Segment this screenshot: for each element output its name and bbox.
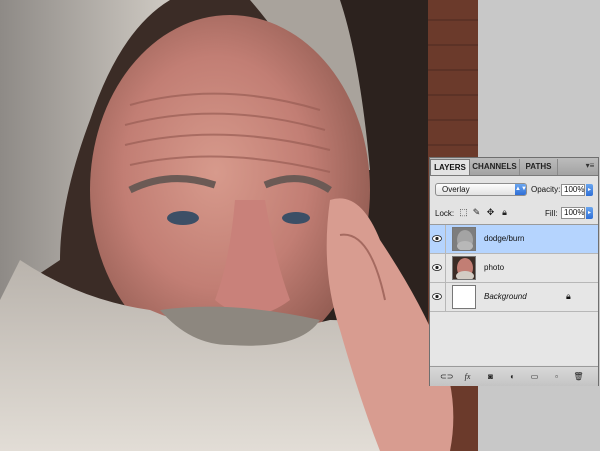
- panel-menu-icon[interactable]: ▾≡: [585, 161, 595, 171]
- layer-row-photo[interactable]: photo: [430, 254, 598, 283]
- layer-name: photo: [484, 263, 505, 272]
- opacity-label: Opacity:: [531, 185, 561, 194]
- new-group-icon[interactable]: ▭: [529, 371, 540, 382]
- eye-column-divider: [445, 254, 446, 283]
- panel-footer: ⊂⊃ fx ◙ ◐ ▭ ▫ 🗑︎: [430, 366, 598, 386]
- portrait-photo: [0, 0, 478, 451]
- adjustment-layer-icon[interactable]: ◐: [507, 371, 518, 382]
- opacity-input[interactable]: 100%: [561, 184, 585, 196]
- fill-label: Fill:: [545, 209, 558, 218]
- tab-channels[interactable]: CHANNELS: [470, 159, 520, 175]
- fx-icon[interactable]: fx: [462, 371, 473, 382]
- document-canvas[interactable]: [0, 0, 478, 451]
- layer-row-background[interactable]: Background 🔒︎: [430, 283, 598, 312]
- opacity-stepper-icon[interactable]: ▸: [586, 184, 593, 196]
- visibility-eye-icon[interactable]: [432, 263, 442, 272]
- trash-icon[interactable]: 🗑︎: [573, 371, 584, 382]
- blend-mode-select[interactable]: Overlay ▲▼: [435, 183, 527, 196]
- fill-input[interactable]: 100%: [561, 207, 585, 219]
- eye-column-divider: [445, 283, 446, 312]
- new-layer-icon[interactable]: ▫: [551, 371, 562, 382]
- blend-mode-arrow-icon: ▲▼: [515, 184, 527, 195]
- layer-thumbnail: [452, 285, 476, 309]
- lock-label: Lock:: [435, 209, 455, 218]
- layer-name: dodge/burn: [484, 234, 525, 243]
- lock-image-icon[interactable]: ✎: [472, 208, 481, 217]
- add-mask-icon[interactable]: ◙: [485, 371, 496, 382]
- panel-tabs: LAYERS CHANNELS PATHS ▾≡: [430, 158, 598, 176]
- lock-all-icon[interactable]: 🔒︎: [500, 208, 509, 217]
- visibility-eye-icon[interactable]: [432, 292, 442, 301]
- layer-name: Background: [484, 292, 527, 301]
- lock-position-icon[interactable]: ✥: [486, 208, 495, 217]
- layer-thumbnail: [452, 256, 476, 280]
- layer-row-dodge-burn[interactable]: dodge/burn: [430, 225, 598, 254]
- eye-column-divider: [445, 225, 446, 254]
- layer-thumbnail: [452, 227, 476, 251]
- lock-transparency-icon[interactable]: ⬚: [459, 208, 468, 217]
- link-layers-icon[interactable]: ⊂⊃: [440, 371, 453, 382]
- visibility-eye-icon[interactable]: [432, 234, 442, 243]
- layers-list: dodge/burn photo Background 🔒︎: [430, 224, 598, 365]
- tab-layers[interactable]: LAYERS: [430, 159, 470, 175]
- layer-lock-icon: 🔒︎: [566, 291, 571, 301]
- layers-panel: LAYERS CHANNELS PATHS ▾≡ Overlay ▲▼ Opac…: [429, 157, 599, 386]
- fill-stepper-icon[interactable]: ▸: [586, 207, 593, 219]
- tab-paths[interactable]: PATHS: [520, 159, 558, 175]
- blend-mode-value: Overlay: [442, 185, 470, 194]
